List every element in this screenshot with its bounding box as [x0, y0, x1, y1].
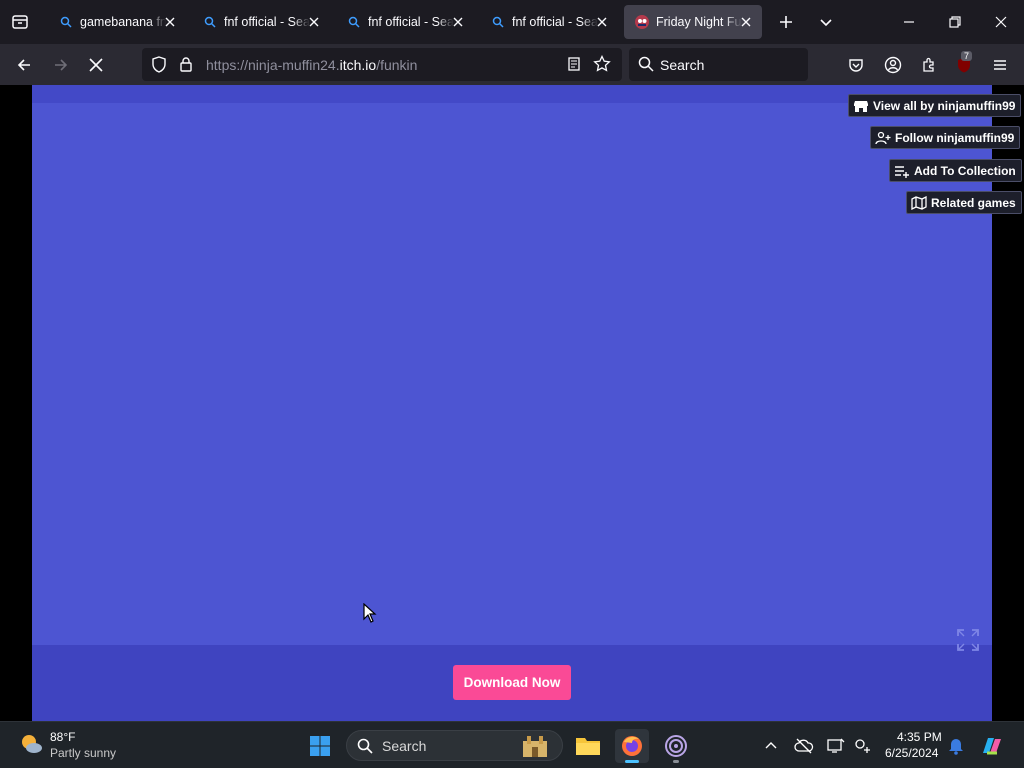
pocket-icon[interactable]	[841, 50, 871, 80]
itchio-icon	[853, 98, 869, 114]
browser-tab[interactable]: gamebanana fnf	[48, 5, 186, 39]
page-content: Download Now View all by ninjamuffin99 F…	[0, 85, 1024, 721]
active-app-indicator	[625, 760, 639, 763]
search-icon	[346, 14, 362, 30]
stop-loading-icon[interactable]	[81, 50, 111, 80]
back-arrow-icon[interactable]	[9, 50, 39, 80]
follow-author-button[interactable]: Follow ninjamuffin99	[870, 126, 1021, 149]
chevron-down-icon[interactable]	[812, 8, 840, 36]
restore-icon[interactable]	[932, 0, 978, 44]
tab-list-icon[interactable]	[6, 8, 34, 36]
add-list-icon	[894, 163, 910, 179]
browser-tab[interactable]: fnf official - Search	[336, 5, 474, 39]
search-icon	[58, 14, 74, 30]
tab-label: fnf official - Search	[368, 15, 454, 29]
add-to-collection-button[interactable]: Add To Collection	[889, 159, 1022, 182]
copilot-icon[interactable]	[975, 729, 1009, 763]
notification-bell-icon[interactable]	[944, 729, 968, 763]
tab-label: fnf official - Search	[224, 15, 310, 29]
fnf-favicon	[634, 14, 650, 30]
taskbar-search-placeholder: Search	[382, 738, 427, 754]
network-icon[interactable]	[848, 729, 878, 763]
menu-icon[interactable]	[985, 50, 1015, 80]
mouse-cursor-icon	[363, 602, 377, 628]
button-label: Add To Collection	[914, 163, 1016, 178]
view-all-by-author-button[interactable]: View all by ninjamuffin99	[848, 94, 1022, 117]
search-icon	[357, 738, 373, 759]
firefox-icon[interactable]	[615, 729, 649, 763]
url-text[interactable]: https://ninja-muffin24.itch.io/funkin	[206, 57, 417, 73]
game-page: Download Now	[32, 85, 992, 721]
windows-start-icon[interactable]	[303, 729, 337, 763]
lock-icon[interactable]	[179, 56, 193, 78]
forward-arrow-icon[interactable]	[46, 50, 76, 80]
search-icon	[202, 14, 218, 30]
extension-badge: 7	[961, 51, 973, 61]
weather-temperature[interactable]: 88°F	[50, 730, 75, 744]
clock-date[interactable]: 6/25/2024	[885, 746, 938, 760]
tab-label: Friday Night Funkin	[656, 15, 742, 29]
search-icon	[638, 56, 654, 77]
account-icon[interactable]	[878, 50, 908, 80]
close-tab-icon[interactable]	[594, 14, 610, 30]
chevron-up-icon[interactable]	[756, 729, 786, 763]
fullscreen-icon[interactable]	[956, 628, 980, 652]
running-app-indicator	[673, 760, 679, 763]
related-games-button[interactable]: Related games	[906, 191, 1022, 214]
button-label: View all by ninjamuffin99	[873, 98, 1016, 113]
close-tab-icon[interactable]	[450, 14, 466, 30]
taskbar: 88°F Partly sunny Search 4:35 PM 6/25/20…	[0, 721, 1024, 768]
tor-browser-icon[interactable]	[659, 729, 693, 763]
browser-tab-active[interactable]: Friday Night Funkin	[624, 5, 762, 39]
search-bar[interactable]: Search	[629, 48, 808, 81]
search-placeholder: Search	[660, 57, 705, 73]
bookmark-star-icon[interactable]	[593, 54, 611, 78]
add-user-icon	[875, 130, 891, 146]
new-tab-icon[interactable]	[772, 8, 800, 36]
game-canvas[interactable]	[32, 103, 992, 651]
browser-tab[interactable]: fnf official - Search	[192, 5, 330, 39]
onedrive-offline-icon[interactable]	[789, 729, 819, 763]
search-icon	[490, 14, 506, 30]
map-icon	[911, 195, 927, 211]
close-window-icon[interactable]	[978, 0, 1024, 44]
close-tab-icon[interactable]	[738, 14, 754, 30]
taskbar-search[interactable]: Search	[346, 730, 563, 761]
weather-description[interactable]: Partly sunny	[50, 746, 116, 760]
search-highlight-icon	[519, 733, 551, 764]
button-label: Follow ninjamuffin99	[895, 130, 1015, 145]
url-bar[interactable]: https://ninja-muffin24.itch.io/funkin	[142, 48, 622, 81]
browser-tab[interactable]: fnf official - Search	[480, 5, 618, 39]
download-now-button[interactable]: Download Now	[453, 665, 571, 700]
weather-icon[interactable]	[18, 731, 44, 762]
file-explorer-icon[interactable]	[571, 729, 605, 763]
close-tab-icon[interactable]	[306, 14, 322, 30]
reader-view-icon[interactable]	[566, 56, 582, 77]
tab-strip: gamebanana fnf fnf official - Search fnf…	[0, 0, 1024, 44]
minimize-icon[interactable]	[886, 0, 932, 44]
close-tab-icon[interactable]	[162, 14, 178, 30]
button-label: Related games	[931, 195, 1016, 210]
ublock-icon[interactable]: 7	[949, 50, 979, 80]
navigation-bar: https://ninja-muffin24.itch.io/funkin Se…	[0, 44, 1024, 85]
shield-icon[interactable]	[151, 56, 167, 78]
extensions-icon[interactable]	[914, 50, 944, 80]
tab-label: gamebanana fnf	[80, 15, 166, 29]
tab-label: fnf official - Search	[512, 15, 598, 29]
display-icon[interactable]	[821, 729, 851, 763]
clock-time[interactable]: 4:35 PM	[897, 730, 942, 744]
